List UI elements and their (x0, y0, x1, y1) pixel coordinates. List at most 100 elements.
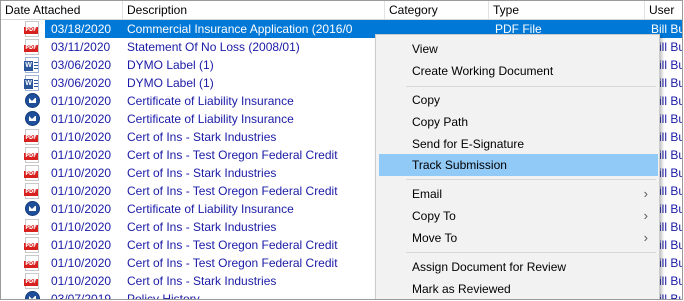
row-description: Certificate of Liability Insurance (127, 112, 294, 126)
row-description: Policy History (127, 292, 200, 300)
menu-item-copy-to[interactable]: Copy To › (379, 205, 658, 227)
column-header: Date Attached Description Category Type … (1, 1, 682, 20)
row-description: Cert of Ins - Test Oregon Federal Credit (127, 238, 338, 252)
pdf-icon: PDF (24, 255, 39, 271)
row-description: Cert of Ins - Test Oregon Federal Credit (127, 148, 338, 162)
column-category[interactable]: Category (385, 1, 489, 19)
pdf-icon: PDF (24, 273, 39, 289)
pdf-badge: PDF (24, 243, 38, 250)
menu-item-label: Copy Path (412, 115, 469, 129)
envelope-glyph (29, 296, 36, 299)
menu-item-track-submission[interactable]: Track Submission (379, 154, 658, 176)
menu-item-assign-document-for-review[interactable]: Assign Document for Review (379, 256, 658, 278)
word-icon: W (24, 75, 39, 91)
menu-item-mark-as-reviewed[interactable]: Mark as Reviewed (379, 278, 658, 299)
menu-item-label: Assign Document for Review (412, 260, 567, 274)
row-date: 03/07/2019 (51, 292, 112, 300)
row-date: 03/06/2020 (51, 58, 112, 72)
menu-item-create-working-document[interactable]: Create Working Document (379, 60, 658, 82)
row-date: 01/10/2020 (51, 94, 112, 108)
row-description: Cert of Ins - Stark Industries (127, 220, 277, 234)
menu-item-email[interactable]: Email › (379, 183, 658, 205)
word-badge: W (24, 61, 33, 71)
row-description: DYMO Label (1) (127, 76, 214, 90)
pdf-icon: PDF (24, 129, 39, 145)
pdf-icon: PDF (24, 237, 39, 253)
row-date: 01/10/2020 (51, 166, 112, 180)
attachments-window: Date Attached Description Category Type … (0, 0, 683, 300)
pdf-badge: PDF (24, 279, 38, 286)
menu-item-label: Copy (412, 93, 441, 107)
column-description-label: Description (127, 3, 188, 17)
row-description: Cert of Ins - Stark Industries (127, 130, 277, 144)
envelope-glyph (29, 206, 36, 211)
menu-separator (406, 86, 656, 87)
column-date-label: Date Attached (5, 3, 81, 17)
menu-item-label: View (412, 42, 438, 56)
menu-separator (406, 252, 656, 253)
menu-item-label: Email (412, 187, 443, 201)
pdf-icon: PDF (24, 21, 39, 37)
row-description: Cert of Ins - Test Oregon Federal Credit (127, 256, 338, 270)
column-user[interactable]: User (645, 1, 682, 19)
menu-item-label: Mark as Reviewed (412, 282, 511, 296)
menu-item-view[interactable]: View (379, 38, 658, 60)
row-description: Certificate of Liability Insurance (127, 94, 294, 108)
submenu-arrow-icon: › (643, 230, 648, 245)
column-type-label: Type (493, 3, 520, 17)
pdf-badge: PDF (24, 135, 38, 142)
pdf-icon: PDF (24, 39, 39, 55)
pdf-badge: PDF (24, 225, 38, 232)
pdf-badge: PDF (24, 171, 38, 178)
row-description: Certificate of Liability Insurance (127, 202, 294, 216)
pdf-badge: PDF (24, 153, 38, 160)
menu-item-copy-path[interactable]: Copy Path (379, 111, 658, 133)
row-date: 01/10/2020 (51, 130, 112, 144)
row-date: 01/10/2020 (51, 256, 112, 270)
menu-item-label: Send for E-Signature (412, 137, 525, 151)
menu-item-move-to[interactable]: Move To › (379, 227, 658, 249)
menu-separator (406, 179, 656, 180)
column-description[interactable]: Description (123, 1, 385, 19)
row-date: 01/10/2020 (51, 148, 112, 162)
pdf-badge: PDF (24, 189, 38, 196)
word-badge: W (24, 79, 33, 89)
menu-item-label: Move To (412, 231, 458, 245)
row-date: 01/10/2020 (51, 220, 112, 234)
row-description: Cert of Ins - Stark Industries (127, 166, 277, 180)
pdf-badge: PDF (24, 45, 38, 52)
row-date: 01/10/2020 (51, 112, 112, 126)
menu-item-label: Copy To (412, 209, 456, 223)
pdf-badge: PDF (24, 261, 38, 268)
pdf-icon: PDF (24, 165, 39, 181)
pdf-icon: PDF (24, 219, 39, 235)
column-date-attached[interactable]: Date Attached (1, 1, 123, 19)
pdf-icon: PDF (24, 183, 39, 199)
context-menu: View Create Working Document Copy Copy Path… (375, 34, 660, 299)
row-description: Commercial Insurance Application (2016/0 (127, 22, 353, 36)
row-description: Cert of Ins - Test Oregon Federal Credit (127, 184, 338, 198)
menu-item-label: Create Working Document (412, 64, 554, 78)
row-date: 01/10/2020 (51, 238, 112, 252)
envelope-glyph (29, 116, 36, 121)
menu-item-send-for-e-signature[interactable]: Send for E-Signature (379, 133, 658, 155)
column-category-label: Category (389, 3, 438, 17)
row-date: 01/10/2020 (51, 184, 112, 198)
email-icon (25, 291, 40, 299)
pdf-badge: PDF (24, 27, 38, 34)
row-description: Cert of Ins - Stark Industries (127, 274, 277, 288)
row-description: Statement Of No Loss (2008/01) (127, 40, 300, 54)
submenu-arrow-icon: › (643, 208, 648, 223)
pdf-icon: PDF (24, 147, 39, 163)
column-user-label: User (649, 3, 675, 17)
submenu-arrow-icon: › (643, 186, 648, 201)
column-type[interactable]: Type (489, 1, 645, 19)
envelope-glyph (29, 98, 36, 103)
row-date: 01/10/2020 (51, 274, 112, 288)
menu-item-copy[interactable]: Copy (379, 89, 658, 111)
row-date: 01/10/2020 (51, 202, 112, 216)
row-description: DYMO Label (1) (127, 58, 214, 72)
email-icon (25, 93, 40, 108)
email-icon (25, 111, 40, 126)
row-date: 03/11/2020 (51, 40, 111, 54)
